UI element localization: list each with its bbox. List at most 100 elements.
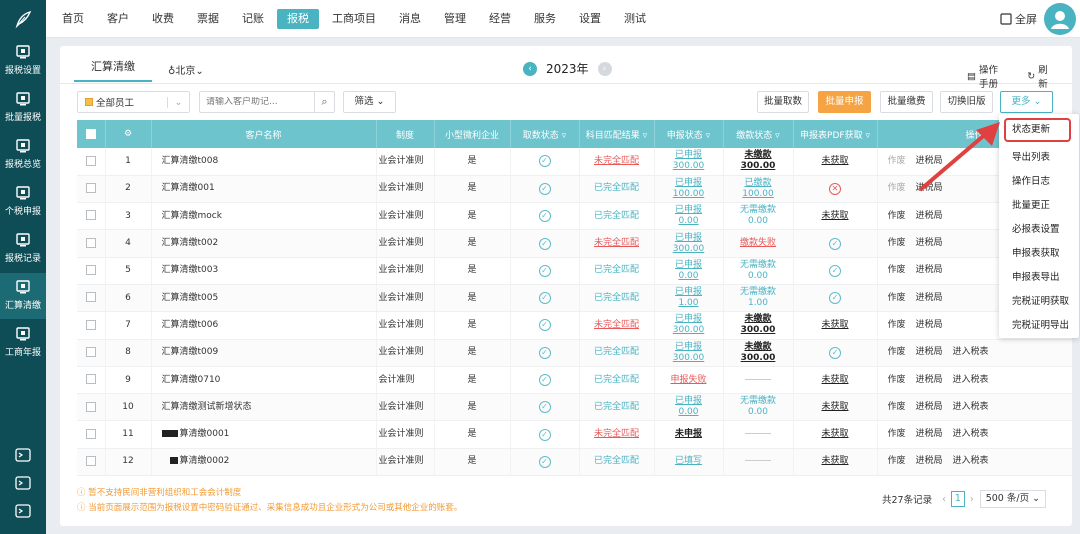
filter-icon[interactable]: ▿ — [703, 131, 711, 141]
pay-status[interactable]: 未缴款 — [744, 314, 771, 324]
row-action[interactable]: 作废 — [888, 211, 906, 221]
declare-status[interactable]: 未申报 — [675, 429, 702, 439]
match-result[interactable]: 已完全匹配 — [594, 293, 639, 303]
match-result[interactable]: 已完全匹配 — [594, 183, 639, 193]
refresh-link[interactable]: ↻ 刷新 — [1027, 62, 1060, 90]
sidebar-item[interactable]: 汇算清缴 — [0, 273, 46, 319]
table-row[interactable]: 10 汇算清缴测试新增状态 业会计准则是 ✓ 已完全匹配 已申报 0.00 无需缴款 0.00 未… — [77, 393, 1072, 422]
row-checkbox-cell[interactable] — [77, 366, 106, 395]
row-action[interactable]: 作废 — [888, 293, 906, 303]
nav-item[interactable]: 客户 — [97, 9, 139, 29]
filter-icon[interactable]: ▿ — [559, 131, 567, 141]
pay-status[interactable]: 无需缴款 — [740, 287, 776, 297]
pay-status[interactable]: 已缴款 — [744, 178, 771, 188]
declare-status[interactable]: 已申报 — [675, 150, 702, 160]
declare-status[interactable]: 已申报 — [675, 233, 702, 243]
customer-name-cell[interactable]: 算清缴0002 — [151, 448, 377, 476]
row-action[interactable]: 作废 — [888, 456, 906, 466]
declare-status[interactable]: 申报失败 — [670, 375, 706, 385]
customer-name-cell[interactable]: 汇算清缴t009 — [151, 339, 377, 367]
nav-item[interactable]: 消息 — [389, 9, 431, 29]
customer-name-cell[interactable]: 汇算清缴0710 — [151, 366, 377, 395]
row-action[interactable]: 进入税表 — [953, 456, 989, 466]
row-action[interactable]: 进税局 — [916, 402, 943, 412]
row-checkbox[interactable] — [85, 346, 96, 357]
nav-item[interactable]: 票据 — [187, 9, 229, 29]
menu-item[interactable]: 批量更正 — [999, 194, 1079, 218]
pay-status[interactable]: 无需缴款 — [740, 396, 776, 406]
row-checkbox-cell[interactable] — [77, 148, 106, 176]
search-icon[interactable]: ⌕ — [314, 92, 334, 112]
match-result[interactable]: 未完全匹配 — [594, 238, 639, 248]
menu-item[interactable]: 导出列表 — [999, 146, 1079, 170]
terminal-icon[interactable] — [15, 448, 31, 462]
pdf-status[interactable]: 未获取 — [821, 429, 848, 439]
menu-item[interactable]: 申报表导出 — [999, 266, 1079, 290]
row-checkbox[interactable] — [85, 456, 96, 467]
declare-status[interactable]: 已申报 — [675, 178, 702, 188]
declare-status[interactable]: 已申报 — [675, 396, 702, 406]
row-action[interactable]: 进税局 — [916, 293, 943, 303]
declare-status[interactable]: 已申报 — [675, 342, 702, 352]
table-row[interactable]: 9 汇算清缴0710 会计准则是 ✓ 已完全匹配 申报失败 未获取 作废 进税局 进入税表 — [77, 366, 1072, 395]
nav-item[interactable]: 首页 — [52, 9, 94, 29]
sidebar-item[interactable]: 报税总览 — [0, 132, 46, 178]
row-checkbox-cell[interactable] — [77, 339, 106, 367]
customer-name-cell[interactable]: 汇算清缴t003 — [151, 257, 377, 285]
pdf-status[interactable]: 未获取 — [821, 402, 848, 412]
next-year-icon[interactable]: › — [597, 61, 612, 76]
match-result[interactable]: 已完全匹配 — [594, 375, 639, 385]
filter-button[interactable]: 筛选 ⌄ — [343, 91, 396, 113]
row-checkbox[interactable] — [85, 237, 96, 248]
row-action[interactable]: 作废 — [888, 265, 906, 275]
row-checkbox[interactable] — [85, 265, 96, 276]
match-result[interactable]: 未完全匹配 — [594, 320, 639, 330]
row-checkbox-cell[interactable] — [77, 229, 106, 258]
table-row[interactable]: 6 汇算清缴t005 业会计准则是 ✓ 已完全匹配 已申报 1.00 无需缴款 1.00 ✓ 作废进… — [77, 284, 1072, 313]
pay-status[interactable]: 未缴款 — [744, 150, 771, 160]
table-row[interactable]: 5 汇算清缴t003 业会计准则是 ✓ 已完全匹配 已申报 0.00 无需缴款 0.00 ✓ 作废进… — [77, 257, 1072, 285]
fullscreen-button[interactable]: 全屏 — [1000, 11, 1037, 27]
row-checkbox-cell[interactable] — [77, 420, 106, 449]
pdf-status[interactable]: 未获取 — [821, 156, 848, 166]
row-checkbox[interactable] — [85, 401, 96, 412]
batch-pay-button[interactable]: 批量缴费 — [880, 91, 933, 113]
nav-item[interactable]: 记账 — [232, 9, 274, 29]
pdf-status[interactable]: 未获取 — [821, 456, 848, 466]
next-page-icon[interactable]: › — [970, 494, 974, 505]
row-action[interactable]: 进税局 — [916, 238, 943, 248]
table-row[interactable]: 12 算清缴0002 业会计准则是 ✓ 已完全匹配 已填写 未获取 作废 进税局 进入税表 — [77, 448, 1072, 476]
table-row[interactable]: 3 汇算清缴mock 业会计准则是 ✓ 已完全匹配 已申报 0.00 无需缴款 0.00 未获取作… — [77, 202, 1072, 231]
customer-name-cell[interactable]: 汇算清缴t008 — [151, 148, 377, 176]
row-action[interactable]: 进税局 — [916, 320, 943, 330]
nav-item[interactable]: 工商项目 — [322, 9, 386, 29]
row-action[interactable]: 作废 — [888, 429, 906, 439]
pdf-status[interactable]: 未获取 — [821, 320, 848, 330]
row-checkbox-cell[interactable] — [77, 311, 106, 340]
row-checkbox-cell[interactable] — [77, 284, 106, 313]
employee-select[interactable]: 全部员工 ⌄ — [77, 91, 190, 113]
manual-link[interactable]: ▤ 操作手册 — [967, 62, 1015, 90]
row-action[interactable]: 作废 — [888, 183, 906, 193]
row-checkbox[interactable] — [85, 428, 96, 439]
nav-item[interactable]: 经营 — [479, 9, 521, 29]
row-action[interactable]: 进税局 — [916, 429, 943, 439]
select-all-checkbox[interactable] — [85, 128, 96, 139]
page-size-select[interactable]: 500 条/页 ⌄ — [979, 490, 1047, 508]
customer-name-cell[interactable]: 汇算清缴001 — [151, 175, 377, 204]
sidebar-item[interactable]: 个税申报 — [0, 179, 46, 225]
pdf-status[interactable]: 未获取 — [821, 211, 848, 221]
row-action[interactable]: 进税局 — [916, 265, 943, 275]
menu-item[interactable]: 完税证明导出 — [999, 314, 1079, 338]
menu-item[interactable]: 完税证明获取 — [999, 290, 1079, 314]
row-action[interactable]: 进入税表 — [953, 402, 989, 412]
column-header[interactable] — [77, 120, 106, 148]
table-row[interactable]: 8 汇算清缴t009 业会计准则是 ✓ 已完全匹配 已申报 300.00 未缴款 300.00 ✓… — [77, 339, 1072, 367]
sidebar-item[interactable]: 报税设置 — [0, 38, 46, 84]
customer-name-cell[interactable]: 汇算清缴t005 — [151, 284, 377, 313]
match-result[interactable]: 已完全匹配 — [594, 347, 639, 357]
region-select[interactable]: ♁北京⌄ — [168, 62, 204, 77]
row-checkbox[interactable] — [85, 292, 96, 303]
declare-status[interactable]: 已申报 — [675, 287, 702, 297]
row-action[interactable]: 进入税表 — [953, 375, 989, 385]
